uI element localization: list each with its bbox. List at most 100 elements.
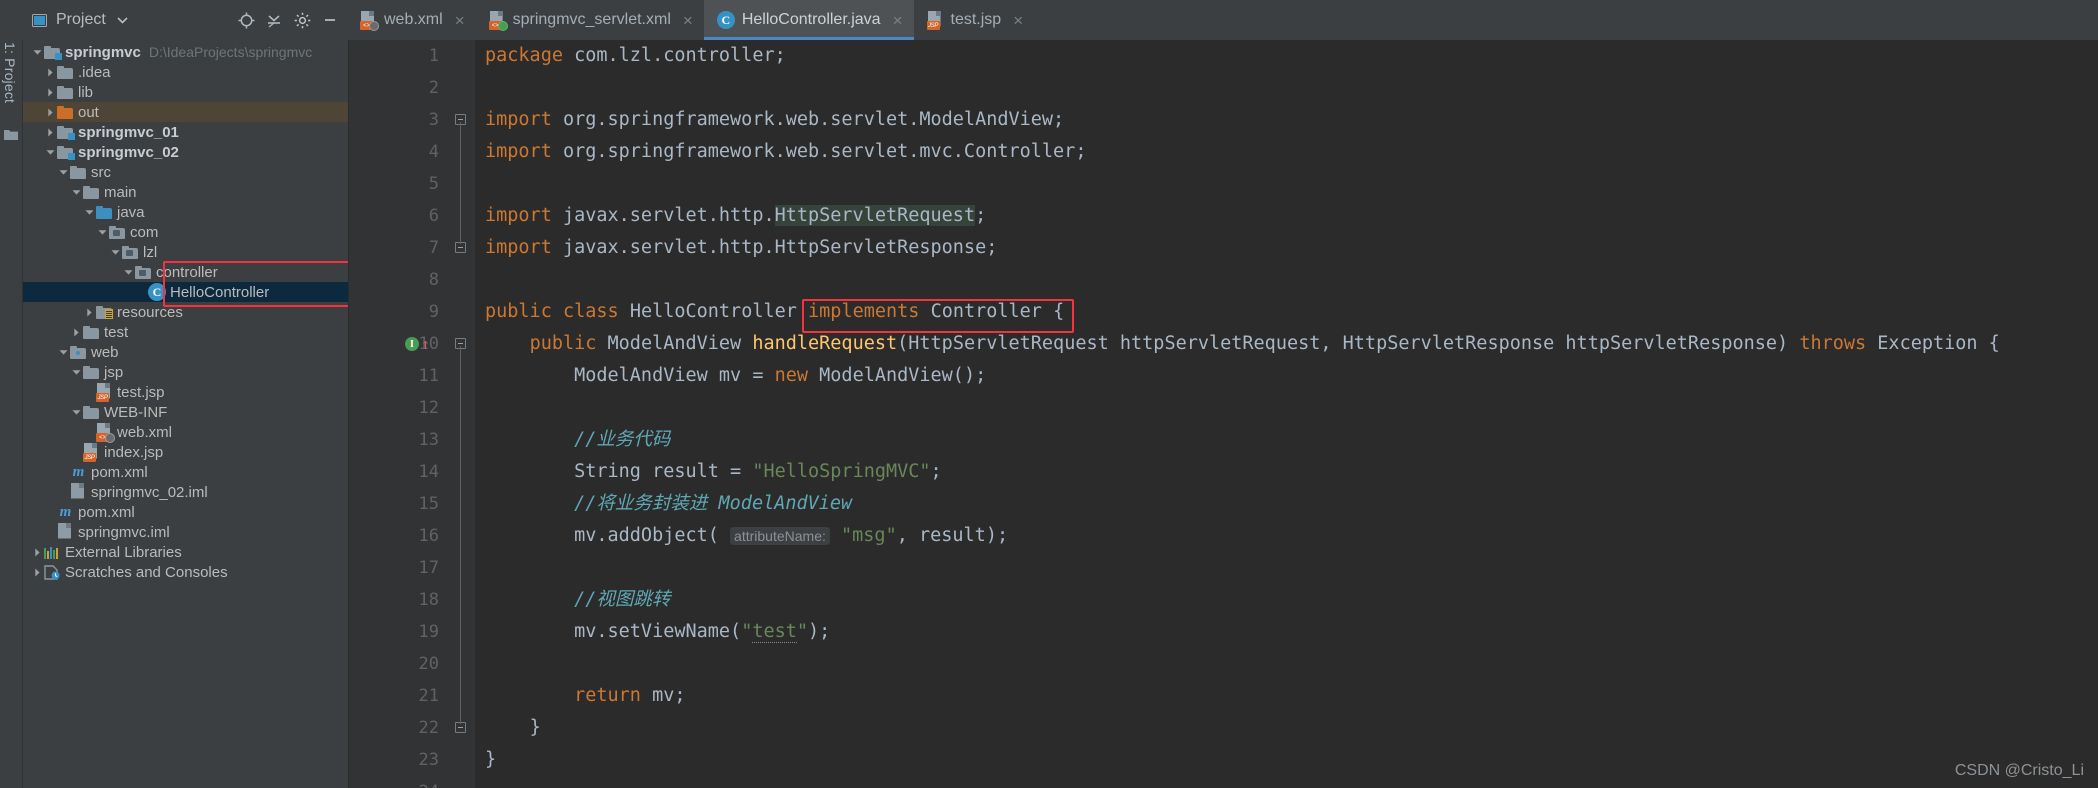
editor-tab-hellocontroller-java[interactable]: C HelloController.java ×	[703, 0, 914, 40]
tree-node-jsp[interactable]: jsp	[23, 362, 348, 382]
tree-node-resources[interactable]: resources	[23, 302, 348, 322]
code-line-9[interactable]: public class HelloController implements …	[485, 296, 2098, 328]
project-tree[interactable]: springmvc D:\IdeaProjects\springmvc .idea l…	[23, 40, 348, 582]
chevron-down-icon[interactable]	[31, 42, 44, 62]
project-tool-window[interactable]: springmvc D:\IdeaProjects\springmvc .idea l…	[23, 40, 349, 788]
close-icon[interactable]: ×	[893, 12, 903, 29]
gutter-marker-group[interactable]: I ↑	[405, 328, 445, 360]
override-arrow-icon[interactable]: ↑	[421, 336, 430, 352]
maven-file-icon: m	[59, 503, 72, 520]
gear-icon[interactable]	[291, 9, 313, 31]
tree-node-springmvc-02[interactable]: springmvc_02	[23, 142, 348, 162]
chevron-down-icon[interactable]	[83, 202, 96, 222]
chevron-down-icon[interactable]	[96, 222, 109, 242]
tree-node-springmvc-01[interactable]: springmvc_01	[23, 122, 348, 142]
chevron-down-icon[interactable]	[57, 342, 70, 362]
editor-tab-label: test.jsp	[950, 11, 1002, 28]
tree-node-springmvc[interactable]: springmvc D:\IdeaProjects\springmvc	[23, 42, 348, 62]
chevron-right-icon[interactable]	[31, 562, 44, 582]
code-line-14[interactable]: String result = "HelloSpringMVC";	[485, 456, 2098, 488]
no-arrow-spacer	[83, 422, 96, 442]
code-line-22[interactable]: }	[485, 712, 2098, 744]
code-line-12[interactable]	[485, 392, 2098, 424]
chevron-right-icon[interactable]	[70, 322, 83, 342]
tree-node--idea[interactable]: .idea	[23, 62, 348, 82]
code-line-5[interactable]	[485, 168, 2098, 200]
chevron-down-icon[interactable]	[112, 9, 134, 31]
code-line-1[interactable]: package com.lzl.controller;	[485, 40, 2098, 72]
implemented-method-icon[interactable]: I	[405, 337, 419, 351]
code-line-24[interactable]	[485, 776, 2098, 788]
editor-tab-test-jsp[interactable]: test.jsp ×	[914, 0, 1035, 40]
tree-node-test-jsp[interactable]: test.jsp	[23, 382, 348, 402]
tree-node-springmvc-iml[interactable]: springmvc.iml	[23, 522, 348, 542]
tree-node-out[interactable]: out	[23, 102, 348, 122]
tree-node-hellocontroller[interactable]: C HelloController	[23, 282, 348, 302]
code-line-18[interactable]: //视图跳转	[485, 584, 2098, 616]
tree-node-web-inf[interactable]: WEB-INF	[23, 402, 348, 422]
tree-node-scratches-and-consoles[interactable]: Scratches and Consoles	[23, 562, 348, 582]
chevron-right-icon[interactable]	[31, 542, 44, 562]
code-line-11[interactable]: ModelAndView mv = new ModelAndView();	[485, 360, 2098, 392]
close-icon[interactable]: ×	[1013, 12, 1023, 29]
code-line-2[interactable]	[485, 72, 2098, 104]
close-icon[interactable]: ×	[683, 12, 693, 29]
sidebar-item-project[interactable]: 1: Project	[2, 42, 18, 103]
tree-node-pom-xml[interactable]: m pom.xml	[23, 462, 348, 482]
code-line-19[interactable]: mv.setViewName("test");	[485, 616, 2098, 648]
chevron-down-icon[interactable]	[44, 142, 57, 162]
minimize-icon[interactable]	[319, 9, 341, 31]
code-line-13[interactable]: //业务代码	[485, 424, 2098, 456]
chevron-down-icon[interactable]	[122, 262, 135, 282]
code-line-4[interactable]: import org.springframework.web.servlet.m…	[485, 136, 2098, 168]
editor-gutter[interactable]: 123456789101112131415161718192021222324I…	[349, 40, 449, 788]
chevron-right-icon[interactable]	[83, 302, 96, 322]
collapse-all-icon[interactable]	[263, 9, 285, 31]
chevron-right-icon[interactable]	[44, 62, 57, 82]
tree-node-com[interactable]: com	[23, 222, 348, 242]
tree-node-external-libraries[interactable]: External Libraries	[23, 542, 348, 562]
code-line-8[interactable]	[485, 264, 2098, 296]
code-area[interactable]: package com.lzl.controller; import org.s…	[475, 40, 2098, 788]
tree-node-pom-xml[interactable]: m pom.xml	[23, 502, 348, 522]
code-line-21[interactable]: return mv;	[485, 680, 2098, 712]
code-editor[interactable]: 123456789101112131415161718192021222324I…	[349, 40, 2098, 788]
code-line-10[interactable]: public ModelAndView handleRequest(HttpSe…	[485, 328, 2098, 360]
chevron-down-icon[interactable]	[109, 242, 122, 262]
chevron-right-icon[interactable]	[44, 122, 57, 142]
chevron-right-icon[interactable]	[44, 102, 57, 122]
tree-node-src[interactable]: src	[23, 162, 348, 182]
chevron-down-icon[interactable]	[70, 402, 83, 422]
editor-tab-springmvc-servlet-xml[interactable]: springmvc_servlet.xml ×	[476, 0, 704, 40]
tree-node-test[interactable]: test	[23, 322, 348, 342]
tree-node-main[interactable]: main	[23, 182, 348, 202]
editor-fold-gutter[interactable]	[449, 40, 475, 788]
chevron-down-icon[interactable]	[70, 362, 83, 382]
tree-node-label: lib	[78, 83, 94, 101]
code-line-6[interactable]: import javax.servlet.http.HttpServletReq…	[485, 200, 2098, 232]
tree-node-springmvc-02-iml[interactable]: springmvc_02.iml	[23, 482, 348, 502]
close-icon[interactable]: ×	[455, 12, 465, 29]
select-opened-file-icon[interactable]	[235, 9, 257, 31]
code-line-3[interactable]: import org.springframework.web.servlet.M…	[485, 104, 2098, 136]
chevron-down-icon[interactable]	[70, 182, 83, 202]
chevron-right-icon[interactable]	[44, 82, 57, 102]
editor-tab-bar: web.xml × springmvc_servlet.xml × C Hell…	[347, 0, 2098, 40]
code-line-23[interactable]: }	[485, 744, 2098, 776]
tree-node-java[interactable]: java	[23, 202, 348, 222]
code-line-20[interactable]	[485, 648, 2098, 680]
editor-tab-web-xml[interactable]: web.xml ×	[347, 0, 476, 40]
chevron-down-icon[interactable]	[57, 162, 70, 182]
code-line-7[interactable]: import javax.servlet.http.HttpServletRes…	[485, 232, 2098, 264]
tree-node-index-jsp[interactable]: index.jsp	[23, 442, 348, 462]
code-line-16[interactable]: mv.addObject( attributeName: "msg", resu…	[485, 520, 2098, 552]
tree-node-web[interactable]: web	[23, 342, 348, 362]
tree-node-lzl[interactable]: lzl	[23, 242, 348, 262]
code-line-17[interactable]	[485, 552, 2098, 584]
folder-icon[interactable]	[4, 128, 18, 146]
tree-node-controller[interactable]: controller	[23, 262, 348, 282]
package-folder-icon	[122, 245, 139, 259]
tree-node-web-xml[interactable]: web.xml	[23, 422, 348, 443]
code-line-15[interactable]: //将业务封装进 ModelAndView	[485, 488, 2098, 520]
tree-node-lib[interactable]: lib	[23, 82, 348, 102]
